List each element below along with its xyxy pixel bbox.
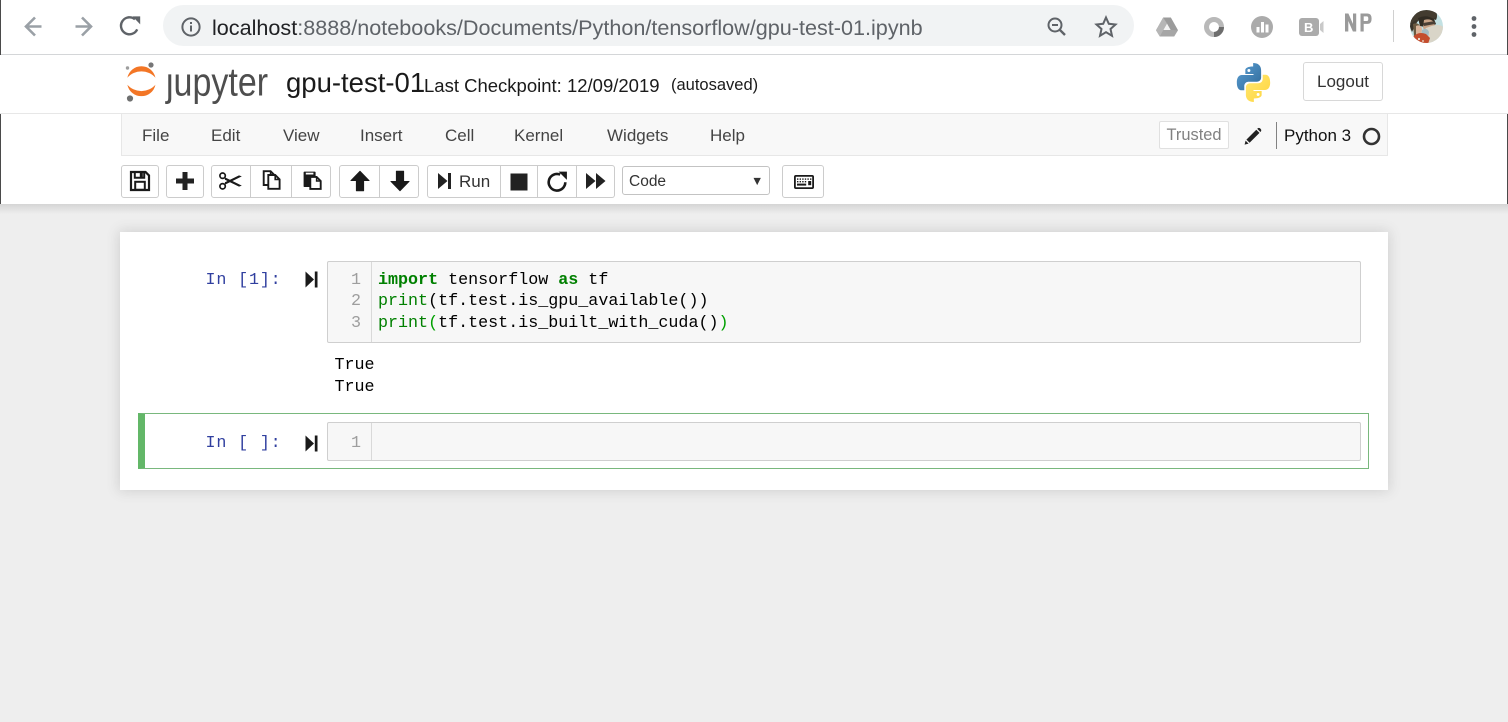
svg-text:B: B (1304, 20, 1313, 35)
